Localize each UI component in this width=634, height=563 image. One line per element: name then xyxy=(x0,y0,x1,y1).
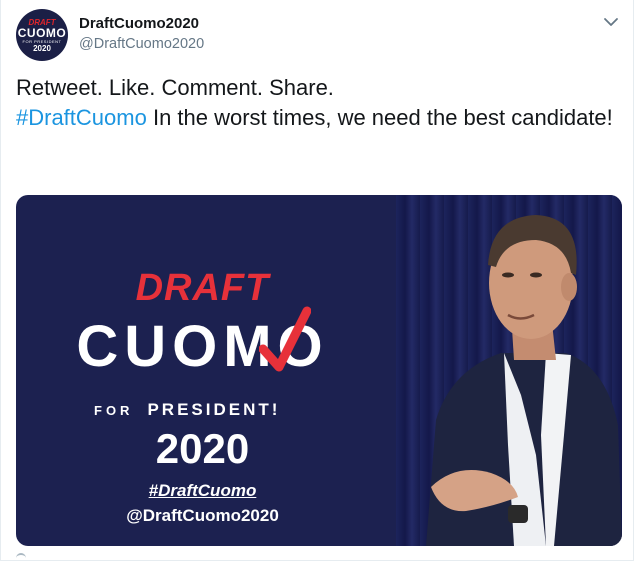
chevron-down-icon[interactable] xyxy=(602,13,620,31)
tweet-media-image[interactable]: DRAFT CUOMO FOR PRESIDENT! 2020 #DraftCuo… xyxy=(16,195,622,546)
display-name[interactable]: DraftCuomo2020 xyxy=(79,15,199,32)
banner-for-president: FOR PRESIDENT! xyxy=(94,400,280,420)
avatar-name-text: CUOMO xyxy=(17,26,67,40)
tweet-text-line: Retweet. Like. Comment. Share. xyxy=(16,75,334,100)
tweet-card: DRAFT CUOMO FOR PRESIDENT 2020 DraftCuom… xyxy=(0,0,634,561)
banner-handle-text: @DraftCuomo2020 xyxy=(126,506,279,525)
banner-year-text: 2020 xyxy=(155,425,250,472)
banner-for-text: FOR xyxy=(94,403,134,418)
tweet-text: Retweet. Like. Comment. Share. #DraftCuo… xyxy=(16,73,616,133)
hashtag-link[interactable]: #DraftCuomo xyxy=(16,105,147,130)
tweet-text-rest: In the worst times, we need the best can… xyxy=(146,105,613,130)
checkmark-icon xyxy=(259,306,311,372)
user-handle[interactable]: @DraftCuomo2020 xyxy=(79,36,204,52)
banner-draft-text: DRAFT xyxy=(135,267,270,309)
banner-name-text: CUOMO xyxy=(76,314,329,379)
avatar[interactable]: DRAFT CUOMO FOR PRESIDENT 2020 xyxy=(16,9,68,61)
banner-president-text: PRESIDENT! xyxy=(147,400,281,419)
banner-hashtag-text: #DraftCuomo xyxy=(148,481,257,500)
avatar-year-text: 2020 xyxy=(33,44,51,53)
politician-photo xyxy=(426,215,622,546)
